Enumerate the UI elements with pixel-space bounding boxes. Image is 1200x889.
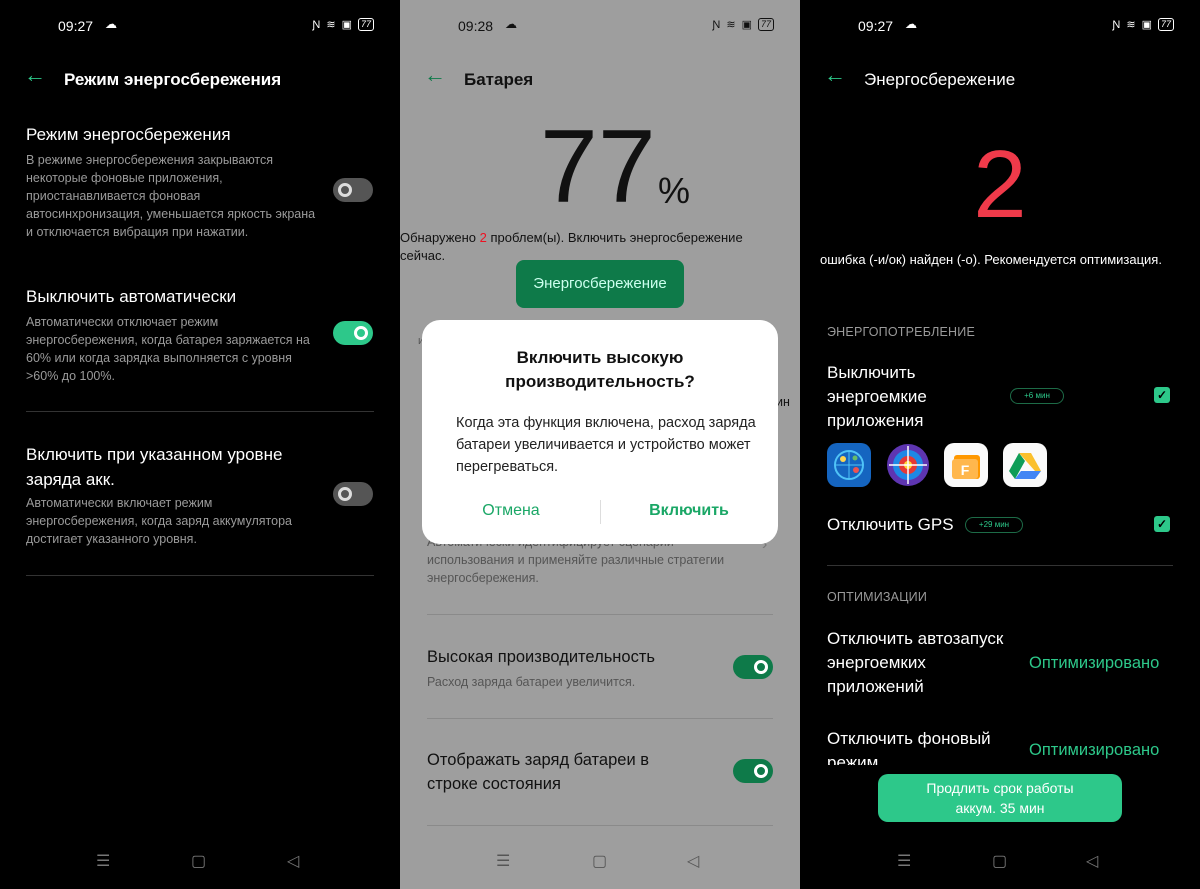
optimized-status: Оптимизировано bbox=[1029, 654, 1160, 672]
section-header: ЭНЕРГОПОТРЕБЛЕНИЕ bbox=[827, 325, 975, 339]
setting-description: В режиме энергосбережения закрываются не… bbox=[26, 153, 316, 239]
problem-count: 2 bbox=[479, 230, 487, 245]
time-gain-badge: +6 мин bbox=[1010, 388, 1064, 404]
cancel-button[interactable]: Отмена bbox=[422, 502, 600, 520]
wifi-icon: ≋ bbox=[1126, 19, 1136, 31]
status-bar: 09:28 ☁ Ɲ ≋ ▣ 77 bbox=[400, 16, 800, 38]
option-title: Отключить GPS bbox=[827, 515, 954, 534]
recommendation-text: ошибка (-и/ок) найден (-о). Рекомендуетс… bbox=[820, 252, 1162, 267]
wifi-icon: ≋ bbox=[326, 19, 336, 31]
setting-title: Отображать заряд батареи в строке состоя… bbox=[427, 751, 650, 793]
app-bar: ← Батарея bbox=[400, 62, 800, 96]
status-time: 09:27 bbox=[858, 18, 894, 34]
back-arrow-icon[interactable]: ← bbox=[824, 62, 846, 88]
divider bbox=[26, 411, 374, 412]
setting-title: Включить при указанном уровне заряда акк… bbox=[26, 445, 283, 489]
cloud-icon: ☁ bbox=[905, 17, 917, 31]
menu-icon[interactable]: ☰ bbox=[96, 851, 110, 871]
setting-description: Автоматически включает режим энергосбере… bbox=[26, 496, 292, 546]
power-saving-toggle[interactable] bbox=[333, 178, 373, 202]
back-icon[interactable]: ◁ bbox=[287, 851, 299, 871]
back-icon[interactable]: ◁ bbox=[687, 851, 699, 871]
navigation-bar: ☰ ▢ ◁ bbox=[400, 851, 800, 875]
nfc-icon: Ɲ bbox=[1112, 18, 1121, 31]
battery-percent-toggle[interactable] bbox=[733, 759, 773, 783]
divider bbox=[427, 718, 773, 719]
home-icon[interactable]: ▢ bbox=[191, 851, 206, 871]
cloud-icon: ☁ bbox=[105, 17, 117, 31]
high-performance-toggle[interactable] bbox=[733, 655, 773, 679]
percent-sign: % bbox=[658, 170, 691, 211]
time-gain-badge: +29 мин bbox=[965, 517, 1023, 533]
battery-icon: 77 bbox=[1157, 18, 1174, 31]
energy-saving-screen: 09:27 ☁ Ɲ ≋ ▣ 77 ← Энергосбережение 2 ош… bbox=[800, 0, 1200, 889]
wifi-icon: ≋ bbox=[726, 19, 736, 31]
menu-icon[interactable]: ☰ bbox=[496, 851, 510, 871]
setting-description: Расход заряда батареи увеличится. bbox=[427, 675, 636, 689]
setting-title: Высокая производительность bbox=[427, 648, 655, 666]
cast-icon: ▣ bbox=[341, 19, 352, 31]
page-title: Батарея bbox=[464, 70, 534, 89]
high-performance-dialog: Включить высокую производительность? Ког… bbox=[422, 320, 778, 544]
section-header: ОПТИМИЗАЦИИ bbox=[827, 590, 928, 604]
auto-off-toggle[interactable] bbox=[333, 321, 373, 345]
battery-screen: 09:28 ☁ Ɲ ≋ ▣ 77 ← Батарея 77 % Обнаруже… bbox=[400, 0, 800, 889]
battery-icon: 77 bbox=[357, 18, 374, 31]
battery-percent: 77 bbox=[540, 109, 656, 225]
enable-button[interactable]: Включить bbox=[600, 502, 778, 520]
dialog-body: Когда эта функция включена, расход заряд… bbox=[456, 415, 756, 475]
cloud-icon: ☁ bbox=[505, 17, 517, 31]
navigation-bar: ☰ ▢ ◁ bbox=[0, 851, 400, 875]
menu-icon[interactable]: ☰ bbox=[897, 851, 911, 871]
level-on-toggle[interactable] bbox=[333, 482, 373, 506]
home-icon[interactable]: ▢ bbox=[592, 851, 607, 871]
back-icon[interactable]: ◁ bbox=[1086, 851, 1098, 871]
nfc-icon: Ɲ bbox=[712, 18, 721, 31]
hidden-row-fragment: ин bbox=[776, 395, 790, 409]
optimization-title: Отключить автозапуск энергоемких приложе… bbox=[827, 629, 1004, 696]
svg-text:F: F bbox=[961, 462, 970, 478]
dialog-title: Включить высокую производительность? bbox=[505, 348, 695, 391]
navigation-bar: ☰ ▢ ◁ bbox=[800, 851, 1200, 875]
nfc-icon: Ɲ bbox=[312, 18, 321, 31]
status-time: 09:27 bbox=[58, 18, 94, 34]
app-bar: ← Энергосбережение bbox=[800, 62, 1200, 96]
app-bar: ← Режим энергосбережения bbox=[0, 62, 400, 96]
radar-app-icon bbox=[886, 443, 930, 487]
divider bbox=[427, 614, 773, 615]
optimization-title: Отключить фоновый режим bbox=[827, 729, 991, 765]
page-title: Энергосбережение bbox=[864, 70, 1016, 89]
divider bbox=[26, 575, 374, 576]
option-title: Выключить энергоемкие приложения bbox=[827, 363, 927, 430]
power-saving-mode-screen: 09:27 ☁ Ɲ ≋ ▣ 77 ← Режим энергосбережени… bbox=[0, 0, 400, 889]
battery-icon: 77 bbox=[757, 18, 774, 31]
home-icon[interactable]: ▢ bbox=[992, 851, 1007, 871]
extend-battery-button[interactable]: Продлить срок работы аккум. 35 мин bbox=[878, 774, 1122, 822]
checkbox-checked-icon[interactable]: ✓ bbox=[1154, 516, 1170, 532]
power-saving-button[interactable]: Энергосбережение bbox=[516, 260, 684, 308]
cast-icon: ▣ bbox=[1141, 19, 1152, 31]
issue-count: 2 bbox=[973, 131, 1027, 238]
compass-app-icon bbox=[827, 443, 871, 487]
setting-description: Автоматически отключает режим энергосбер… bbox=[26, 315, 310, 383]
checkbox-checked-icon[interactable]: ✓ bbox=[1154, 387, 1170, 403]
divider bbox=[827, 565, 1173, 566]
optimized-status: Оптимизировано bbox=[1029, 741, 1160, 759]
google-drive-app-icon bbox=[1003, 443, 1047, 487]
setting-title: Выключить автоматически bbox=[26, 287, 237, 306]
divider bbox=[427, 825, 773, 826]
back-arrow-icon[interactable]: ← bbox=[424, 62, 446, 88]
file-manager-app-icon: F bbox=[944, 443, 988, 487]
page-title: Режим энергосбережения bbox=[64, 70, 282, 89]
status-time: 09:28 bbox=[458, 18, 494, 34]
status-bar: 09:27 ☁ Ɲ ≋ ▣ 77 bbox=[800, 16, 1200, 38]
status-bar: 09:27 ☁ Ɲ ≋ ▣ 77 bbox=[0, 16, 400, 38]
cast-icon: ▣ bbox=[741, 19, 752, 31]
setting-title: Режим энергосбережения bbox=[26, 125, 231, 144]
back-arrow-icon[interactable]: ← bbox=[24, 62, 46, 88]
